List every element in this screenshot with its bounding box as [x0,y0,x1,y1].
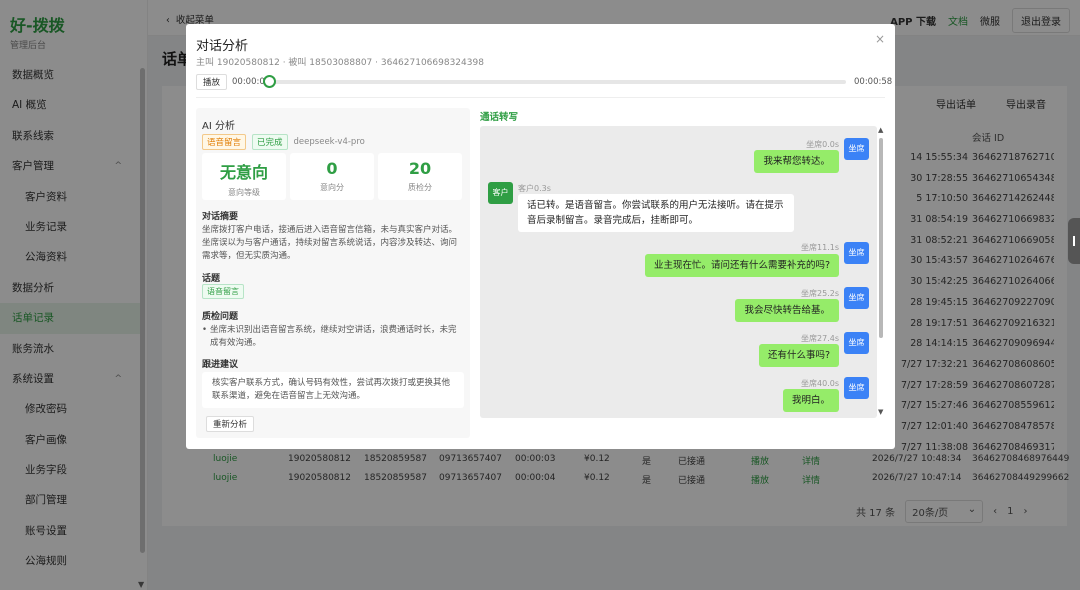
customer-avatar: 客户 [488,182,513,204]
agent-avatar: 坐席 [844,377,869,399]
handle-grip-icon [1073,236,1075,246]
ai-tags: 语音留言 已完成 deepseek-v4-pro [202,134,365,150]
stat-label: 意向等级 [228,188,260,197]
agent-avatar: 坐席 [844,242,869,264]
stat-label: 意向分 [320,183,344,192]
followup-text: 核实客户联系方式，确认号码有效性，尝试再次拨打或更换其他联系渠道，避免在语音留言… [202,372,464,408]
intent-level-stat: 无意向 意向等级 [202,153,286,200]
progress-slider-handle[interactable] [263,75,276,88]
agent-avatar: 坐席 [844,287,869,309]
intent-score-stat: 0 意向分 [290,153,374,200]
divider [196,97,885,98]
stat-label: 质检分 [408,183,432,192]
agent-avatar: 坐席 [844,332,869,354]
summary-heading: 对话摘要 [202,212,239,222]
agent-message-bubble: 我明白。 [782,389,839,412]
agent-message-bubble: 我来帮您转达。 [754,150,839,173]
customer-message-bubble: 话已转。是语音留言。你尝试联系的用户无法接听。请在提示音后录制留言。录音完成后，… [518,194,794,232]
followup-heading: 跟进建议 [202,360,239,370]
message-meta: 坐席11.1s [801,243,839,252]
transcript-heading: 通话转写 [480,112,519,123]
play-button[interactable]: 播放 [196,74,228,90]
reanalyze-button[interactable]: 重新分析 [206,416,255,432]
issue-heading: 质检问题 [202,312,239,322]
audio-player: 播放 00:00:00 00:00:58 [196,74,892,90]
message-meta: 坐席40.0s [801,379,839,388]
summary-text: 坐席拨打客户电话，接通后进入语音留言信箱，未与真实客户对话。坐席误以为与客户通话… [202,225,458,261]
message-meta: 客户0.3s [518,184,551,193]
issue-item: 坐席未识别出语音留言系统，继续对空讲话，浪费通话时长，未完成有效沟通。 [202,324,462,350]
agent-message-bubble: 还有什么事吗? [758,344,839,367]
agent-avatar: 坐席 [844,138,869,160]
transcript-chat[interactable]: 坐席0.0s 坐席 我来帮您转达。 客户 客户0.3s 话已转。是语音留言。你尝… [480,126,877,418]
voicemail-tag: 语音留言 [202,134,247,150]
stat-value: 0 [326,159,338,178]
ai-analysis-panel: AI 分析 语音留言 已完成 deepseek-v4-pro 无意向 意向等级 … [196,108,470,438]
dialog-analysis-modal: 对话分析 主叫 19020580812 · 被叫 18503088807 · 3… [186,24,895,449]
agent-message-bubble: 业主现在忙。请问还有什么需要补充的吗? [644,254,839,277]
stat-value: 无意向 [219,163,268,182]
side-drawer-handle[interactable] [1068,218,1080,264]
topic-heading: 话题 [202,274,221,284]
scrollbar-thumb[interactable] [879,138,883,338]
modal-subtitle: 主叫 19020580812 · 被叫 18503088807 · 364627… [196,58,484,68]
agent-message-bubble: 我会尽快转告给基。 [735,299,839,322]
close-icon[interactable]: × [875,32,885,46]
progress-track[interactable] [268,80,846,84]
message-meta: 坐席25.2s [801,289,839,298]
message-meta: 坐席27.4s [801,334,839,343]
model-name: deepseek-v4-pro [293,137,365,147]
message-meta: 坐席0.0s [806,140,839,149]
stat-value: 20 [408,159,432,178]
ai-analysis-heading: AI 分析 [202,121,235,132]
total-time: 00:00:58 [854,77,893,87]
transcript-scrollbar[interactable]: ▲ ▼ [878,126,884,418]
qa-score-stat: 20 质检分 [378,153,462,200]
modal-title: 对话分析 [196,39,249,54]
topic-tag: 语音留言 [202,284,244,299]
stats-row: 无意向 意向等级 0 意向分 20 质检分 [202,153,462,200]
scroll-up-arrow-icon[interactable]: ▲ [878,126,883,134]
scroll-down-arrow-icon[interactable]: ▼ [878,408,883,416]
completed-tag: 已完成 [252,134,288,150]
